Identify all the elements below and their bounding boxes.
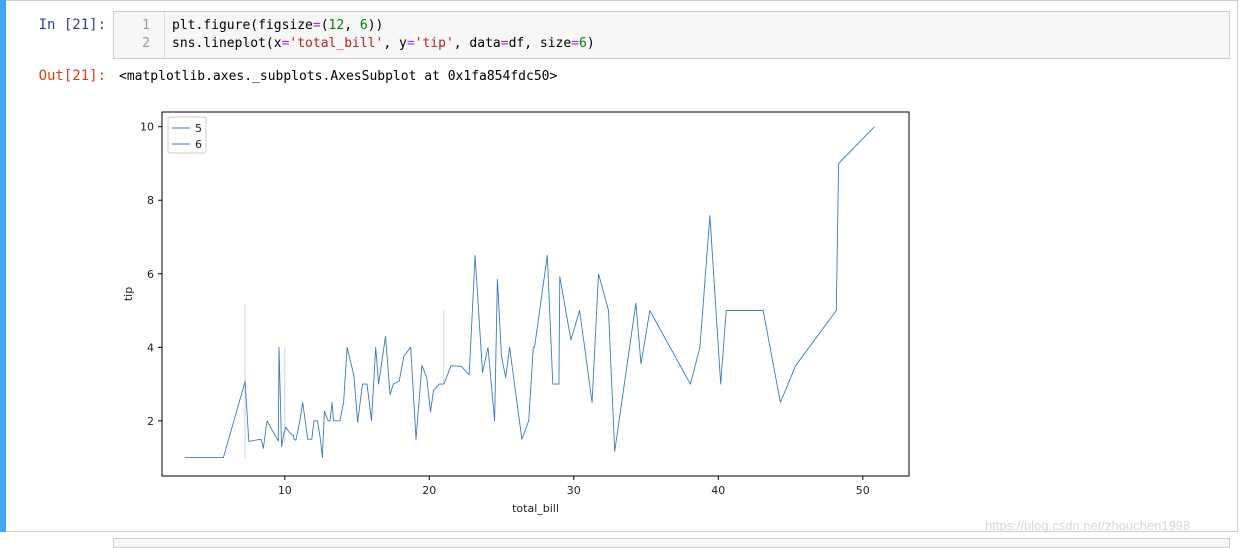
code-token: = [500,36,509,51]
x-axis-label: total_bill [512,502,559,515]
y-tick-label: 10 [140,121,154,134]
code-line-1[interactable]: plt.figure(figsize=(12, 6)) [172,18,383,33]
output-text: <matplotlib.axes._subplots.AxesSubplot a… [119,69,558,84]
x-tick-label: 40 [711,484,725,497]
code-token: = [571,36,580,51]
code-line-2[interactable]: sns.lineplot(x='total_bill', y='tip', da… [172,36,595,51]
y-tick-label: 2 [147,415,154,428]
line-number: 1 [142,18,150,33]
code-token: )) [367,18,384,33]
next-cell[interactable] [113,538,1230,548]
code-token: = [406,36,415,51]
legend-label: 5 [195,122,202,135]
code-token: 'tip' [414,36,454,51]
code-token: = [312,18,321,33]
line-chart: 10 20 30 40 50 2 4 6 8 10 total_bill tip 5 6 [122,111,910,515]
code-token: , [344,18,360,33]
x-tick-label: 50 [856,484,870,497]
code-token: 6 [359,18,368,33]
code-token: 12 [328,18,345,33]
code-token: ) [586,36,595,51]
code-token: sns.lineplot(x [172,36,282,51]
input-prompt: In [21]: [38,17,106,33]
selected-cell-indicator [0,0,6,532]
watermark: https://blog.csdn.net/zhouchen1998 [985,518,1191,533]
code-token: plt.figure(figsize [172,18,313,33]
x-tick-label: 20 [422,484,436,497]
y-tick-label: 6 [147,268,154,281]
x-tick-label: 30 [567,484,581,497]
legend-label: 6 [195,138,202,151]
code-editor[interactable]: 1 2 plt.figure(figsize=(12, 6)) sns.line… [113,11,1230,59]
code-token: 6 [579,36,587,51]
code-token: ( [320,18,329,33]
code-token: , data [453,36,501,51]
code-token: , y [383,36,407,51]
plot-area [161,111,910,477]
y-tick-label: 4 [147,341,154,354]
line-number: 2 [142,36,150,51]
code-token: 'total_bill' [289,36,384,51]
code-token: df, size [508,36,572,51]
y-axis-label: tip [122,287,135,301]
y-tick-label: 8 [147,194,154,207]
output-prompt: Out[21]: [38,68,106,84]
x-tick-label: 10 [278,484,292,497]
